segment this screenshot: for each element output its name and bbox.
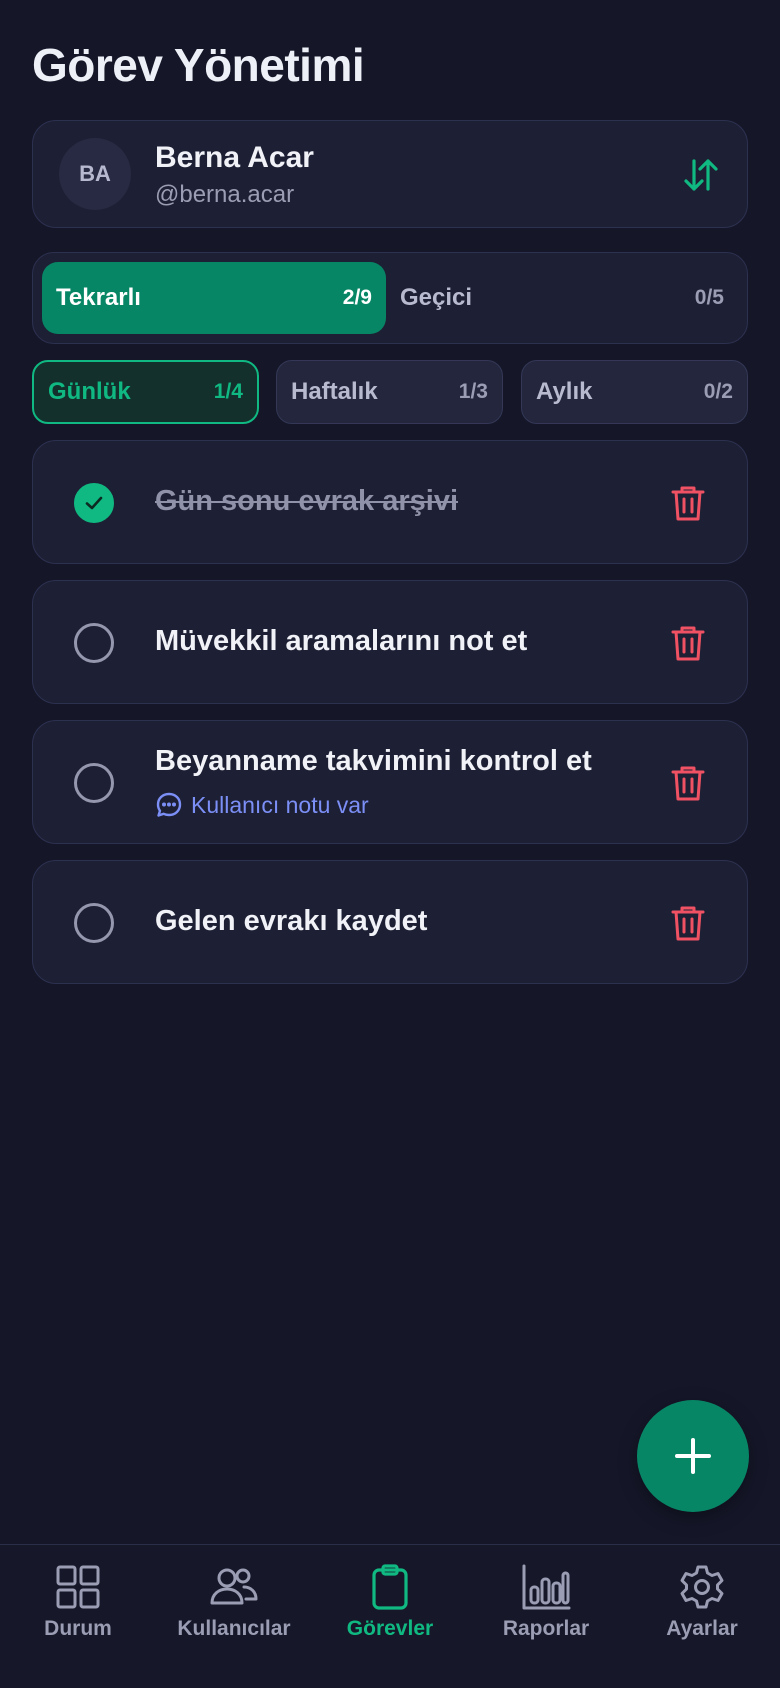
user-handle: @berna.acar bbox=[155, 181, 295, 208]
period-chip-label: Günlük bbox=[48, 378, 131, 405]
trash-icon[interactable] bbox=[671, 484, 705, 522]
users-icon bbox=[210, 1568, 258, 1605]
segment-tab-count: 2/9 bbox=[342, 286, 372, 309]
bar-chart-icon bbox=[522, 1564, 571, 1610]
task-note-label: Kullanıcı notu var bbox=[191, 791, 369, 818]
period-chip-count: 1/3 bbox=[458, 380, 488, 403]
period-chip-count: 0/2 bbox=[703, 380, 733, 403]
nav-label: Durum bbox=[44, 1617, 112, 1640]
grid-icon bbox=[56, 1565, 100, 1609]
chat-bubble-icon bbox=[156, 792, 182, 817]
nav-label: Kullanıcılar bbox=[177, 1617, 291, 1640]
task-type-segment: Tekrarlı 2/9 Geçici 0/5 bbox=[32, 252, 748, 344]
nav-label: Raporlar bbox=[502, 1617, 590, 1640]
trash-icon[interactable] bbox=[671, 764, 705, 802]
user-card[interactable]: BA Berna Acar @berna.acar bbox=[32, 120, 748, 228]
sort-arrows-icon[interactable] bbox=[681, 155, 721, 195]
segment-tab-temporary[interactable]: Geçici 0/5 bbox=[386, 262, 738, 334]
period-chip-monthly[interactable]: Aylık 0/2 bbox=[521, 360, 748, 424]
segment-tab-label: Tekrarlı bbox=[56, 284, 141, 311]
segment-tab-count: 0/5 bbox=[694, 286, 724, 309]
trash-icon[interactable] bbox=[671, 624, 705, 662]
app-screen: Görev Yönetimi BA Berna Acar @berna.acar… bbox=[0, 0, 780, 1688]
user-name: Berna Acar bbox=[155, 141, 314, 174]
trash-icon[interactable] bbox=[671, 904, 705, 942]
task-checkbox[interactable] bbox=[74, 623, 114, 663]
segment-tab-label: Geçici bbox=[400, 284, 473, 311]
nav-item-gorevler[interactable]: Görevler bbox=[312, 1545, 468, 1688]
task-note: Kullanıcı notu var bbox=[155, 791, 369, 819]
task-title: Gün sonu evrak arşivi bbox=[155, 485, 459, 517]
gear-icon bbox=[680, 1565, 724, 1609]
nav-item-durum[interactable]: Durum bbox=[0, 1545, 156, 1688]
add-task-button[interactable] bbox=[637, 1400, 749, 1512]
task-checkbox-checked[interactable] bbox=[74, 483, 114, 523]
plus-icon bbox=[675, 1438, 711, 1474]
task-checkbox[interactable] bbox=[74, 903, 114, 943]
period-chip-weekly[interactable]: Haftalık 1/3 bbox=[276, 360, 503, 424]
nav-item-kullanicilar[interactable]: Kullanıcılar bbox=[156, 1545, 312, 1688]
nav-label: Görevler bbox=[346, 1617, 434, 1640]
task-item[interactable]: Gelen evrakı kaydet bbox=[32, 860, 748, 984]
task-item[interactable]: Gün sonu evrak arşivi bbox=[32, 440, 748, 564]
avatar: BA bbox=[59, 138, 131, 210]
nav-label: Ayarlar bbox=[666, 1617, 738, 1640]
page-title: Görev Yönetimi bbox=[32, 39, 365, 91]
nav-item-ayarlar[interactable]: Ayarlar bbox=[624, 1545, 780, 1688]
task-item[interactable]: Müvekkil aramalarını not et bbox=[32, 580, 748, 704]
clipboard-icon bbox=[372, 1564, 408, 1610]
period-chip-label: Haftalık bbox=[291, 378, 378, 405]
bottom-navigation: Durum Kullanıcılar Görevler Raporlar Aya… bbox=[0, 1544, 780, 1688]
period-chip-count: 1/4 bbox=[213, 380, 243, 403]
task-title: Müvekkil aramalarını not et bbox=[155, 625, 528, 657]
task-title: Beyanname takvimini kontrol et bbox=[155, 745, 592, 777]
task-title: Gelen evrakı kaydet bbox=[155, 905, 428, 937]
segment-tab-recurring[interactable]: Tekrarlı 2/9 bbox=[42, 262, 386, 334]
task-checkbox[interactable] bbox=[74, 763, 114, 803]
period-chip-daily[interactable]: Günlük 1/4 bbox=[32, 360, 259, 424]
checkmark-icon bbox=[85, 496, 103, 510]
nav-item-raporlar[interactable]: Raporlar bbox=[468, 1545, 624, 1688]
period-chip-label: Aylık bbox=[536, 378, 593, 405]
task-item[interactable]: Beyanname takvimini kontrol et Kullanıcı… bbox=[32, 720, 748, 844]
